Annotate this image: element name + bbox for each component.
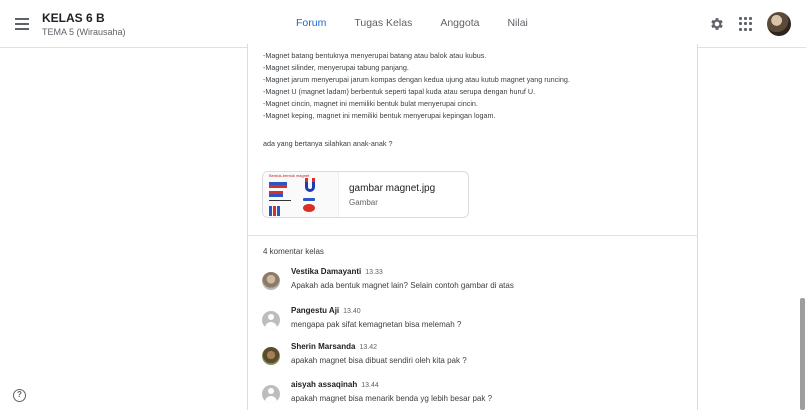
help-icon[interactable]: ? [13, 389, 26, 402]
post-body: -Magnet batang bentuknya menyerupai bata… [263, 50, 570, 123]
attachment-thumbnail: Bentuk-bentuk magnet [263, 172, 339, 217]
class-subtitle: TEMA 5 (Wirausaha) [42, 27, 126, 37]
post-line: -Magnet cincin, magnet ini memiliki bent… [263, 99, 478, 109]
comment-author: aisyah assaqinah 13.44 [291, 380, 379, 389]
attachment-name: gambar magnet.jpg [349, 183, 436, 194]
comment-avatar [262, 311, 280, 329]
top-app-bar: KELAS 6 B TEMA 5 (Wirausaha) Forum Tugas… [0, 0, 806, 48]
tab-forum[interactable]: Forum [282, 0, 341, 48]
comment-text: Apakah ada bentuk magnet lain? Selain co… [291, 281, 514, 290]
comment-time: 13.42 [359, 344, 377, 351]
comment-item: Vestika Damayanti 13.33 Apakah ada bentuk… [262, 267, 682, 297]
post-card: -Magnet batang bentuknya menyerupai bata… [247, 44, 698, 410]
comment-author: Vestika Damayanti 13.33 [291, 267, 383, 276]
tab-tugas-kelas[interactable]: Tugas Kelas [340, 0, 426, 48]
post-line: -Magnet silinder, menyerupai tabung panj… [263, 63, 409, 73]
tab-anggota[interactable]: Anggota [426, 0, 493, 48]
post-question: ada yang bertanya silahkan anak-anak ? [263, 139, 393, 148]
divider [248, 235, 698, 236]
comment-text: mengapa pak sifat kemagnetan bisa melema… [291, 320, 462, 329]
attachment-card[interactable]: Bentuk-bentuk magnet gambar magnet.jpg G… [262, 171, 469, 218]
comment-text: apakah magnet bisa dibuat sendiri oleh k… [291, 356, 467, 365]
comment-author: Pangestu Aji 13.40 [291, 306, 361, 315]
menu-icon[interactable] [12, 14, 34, 34]
nav-tabs: Forum Tugas Kelas Anggota Nilai [282, 0, 542, 48]
post-line: -Magnet keping, magnet ini memiliki bent… [263, 111, 496, 121]
comment-avatar [262, 272, 280, 290]
comment-avatar [262, 385, 280, 403]
comments-count[interactable]: 4 komentar kelas [263, 247, 324, 256]
comment-item: Pangestu Aji 13.40 mengapa pak sifat kema… [262, 306, 682, 336]
comment-item: aisyah assaqinah 13.44 apakah magnet bisa… [262, 380, 682, 410]
comment-avatar [262, 347, 280, 365]
user-avatar[interactable] [767, 12, 791, 36]
attachment-type: Gambar [349, 198, 378, 207]
class-name[interactable]: KELAS 6 B [42, 11, 105, 25]
apps-grid-icon[interactable] [739, 17, 753, 31]
scrollbar-thumb[interactable] [800, 298, 805, 410]
comment-time: 13.44 [361, 382, 379, 389]
comment-author: Sherin Marsanda 13.42 [291, 342, 377, 351]
post-line: -Magnet batang bentuknya menyerupai bata… [263, 51, 487, 60]
comment-time: 13.33 [365, 269, 383, 276]
comment-text: apakah magnet bisa menarik benda yg lebi… [291, 394, 493, 403]
gear-icon[interactable] [709, 16, 725, 32]
post-line: -Magnet jarum menyerupai jarum kompas de… [263, 75, 570, 85]
comment-item: Sherin Marsanda 13.42 apakah magnet bisa … [262, 342, 682, 372]
comment-time: 13.40 [343, 308, 361, 315]
post-line: -Magnet U (magnet ladam) berbentuk seper… [263, 87, 536, 97]
tab-nilai[interactable]: Nilai [493, 0, 541, 48]
